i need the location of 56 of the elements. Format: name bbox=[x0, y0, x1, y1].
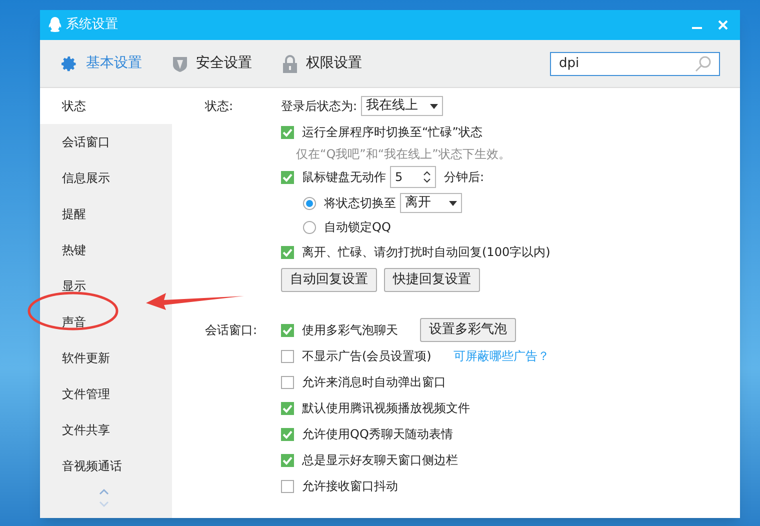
checkbox[interactable] bbox=[281, 454, 294, 466]
sidebar-item[interactable]: 音视频通话 bbox=[40, 448, 172, 484]
close-icon[interactable] bbox=[718, 20, 728, 30]
sidebar-item[interactable]: 会话窗口 bbox=[40, 124, 172, 160]
sidebar-item[interactable]: 软件更新 bbox=[40, 340, 172, 376]
checkbox-label: 鼠标键盘无动作 bbox=[302, 169, 386, 186]
radio-button[interactable] bbox=[303, 196, 316, 210]
field-label: 登录后状态为: bbox=[281, 98, 358, 115]
checkbox[interactable] bbox=[281, 402, 294, 414]
hint-text: 仅在“Q我吧”和“我在线上”状态下生效。 bbox=[296, 146, 510, 163]
lock-icon bbox=[282, 54, 298, 72]
penguin-icon bbox=[48, 17, 62, 33]
bubble-settings-button[interactable]: 设置多彩气泡 bbox=[420, 318, 516, 342]
gear-icon bbox=[60, 54, 78, 72]
sidebar-item[interactable]: 状态 bbox=[40, 88, 172, 124]
radio-label: 将状态切换至 bbox=[324, 195, 396, 212]
sidebar-item[interactable]: 信息展示 bbox=[40, 160, 172, 196]
away-dropdown[interactable]: 离开 bbox=[400, 193, 462, 213]
checkbox-label: 允许接收窗口抖动 bbox=[302, 478, 398, 495]
window-title: 系统设置 bbox=[66, 16, 118, 34]
reply-settings-button[interactable]: 快捷回复设置 bbox=[384, 268, 480, 292]
checkbox-label: 运行全屏程序时切换至“忙碌”状态 bbox=[302, 124, 482, 141]
sidebar-item[interactable]: 文件共享 bbox=[40, 412, 172, 448]
reply-settings-button[interactable]: 自动回复设置 bbox=[281, 268, 377, 292]
checkbox-label: 允许使用QQ秀聊天随动表情 bbox=[302, 426, 453, 443]
search-icon bbox=[695, 56, 711, 72]
sidebar-item[interactable]: 提醒 bbox=[40, 196, 172, 232]
checkbox-label: 离开、忙碌、请勿打扰时自动回复(100字以内) bbox=[302, 244, 550, 261]
checkbox-label: 允许来消息时自动弹出窗口 bbox=[302, 374, 446, 391]
sidebar-item[interactable]: 显示 bbox=[40, 268, 172, 304]
sidebar-item[interactable]: 热键 bbox=[40, 232, 172, 268]
checkbox[interactable] bbox=[281, 246, 294, 258]
checkbox-label: 总是显示好友聊天窗口侧边栏 bbox=[302, 452, 458, 469]
status-dropdown[interactable]: 我在线上 bbox=[361, 96, 444, 116]
settings-tab[interactable]: 安全设置 bbox=[172, 53, 252, 74]
sidebar-item[interactable]: 文件管理 bbox=[40, 376, 172, 412]
checkbox[interactable] bbox=[281, 376, 294, 388]
checkbox[interactable] bbox=[281, 428, 294, 440]
checkbox-label: 使用多彩气泡聊天 bbox=[302, 322, 398, 339]
search-field[interactable]: dpi bbox=[550, 52, 720, 76]
section-label: 会话窗口: bbox=[205, 322, 258, 339]
checkbox-label: 不显示广告(会员设置项) bbox=[302, 348, 432, 365]
shield-icon bbox=[172, 54, 188, 72]
checkbox[interactable] bbox=[281, 480, 294, 492]
minutes-suffix: 分钟后: bbox=[444, 169, 484, 186]
settings-tab[interactable]: 权限设置 bbox=[282, 53, 362, 74]
checkbox[interactable] bbox=[281, 324, 294, 336]
minutes-spinner[interactable]: 5 bbox=[390, 166, 436, 188]
checkbox[interactable] bbox=[281, 126, 294, 138]
radio-label: 自动锁定QQ bbox=[324, 219, 391, 236]
checkbox[interactable] bbox=[281, 350, 294, 362]
radio-button[interactable] bbox=[303, 220, 316, 234]
section-label: 状态: bbox=[205, 98, 234, 115]
checkbox-label: 默认使用腾讯视频播放视频文件 bbox=[302, 400, 470, 417]
sidebar-item[interactable]: 声音 bbox=[40, 304, 172, 340]
checkbox[interactable] bbox=[281, 170, 294, 184]
